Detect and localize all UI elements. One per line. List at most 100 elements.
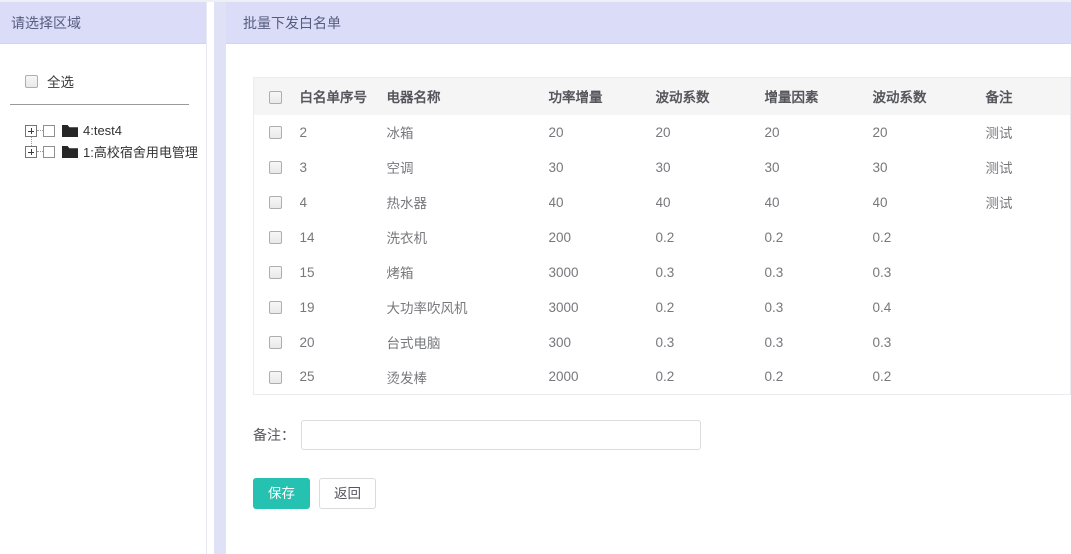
table-cell: 烫发棒 — [387, 360, 549, 395]
table-row: 2冰箱20202020测试 — [254, 115, 1071, 150]
tree-node-label[interactable]: 4:test4 — [83, 123, 122, 138]
table-row: 4热水器40404040测试 — [254, 185, 1071, 220]
tree-expand-icon[interactable] — [25, 125, 37, 137]
row-checkbox[interactable] — [269, 126, 282, 139]
table-cell: 0.2 — [765, 360, 873, 395]
sidebar-divider — [10, 104, 189, 105]
row-checkbox[interactable] — [269, 196, 282, 209]
row-checkbox-cell — [254, 115, 300, 150]
table-cell: 3000 — [549, 255, 656, 290]
row-checkbox[interactable] — [269, 266, 282, 279]
table-cell: 0.3 — [765, 290, 873, 325]
table-cell: 烤箱 — [387, 255, 549, 290]
table-cell: 空调 — [387, 150, 549, 185]
tree-item: 4:test4 — [25, 120, 206, 141]
table-cell: 台式电脑 — [387, 325, 549, 360]
table-cell: 0.3 — [765, 255, 873, 290]
table-cell: 0.2 — [656, 220, 765, 255]
header-select-all-checkbox[interactable] — [269, 91, 282, 104]
save-button[interactable]: 保存 — [253, 478, 310, 509]
table-row: 25烫发棒20000.20.20.2 — [254, 360, 1071, 395]
row-checkbox-cell — [254, 220, 300, 255]
select-all-label: 全选 — [47, 71, 74, 91]
row-checkbox[interactable] — [269, 301, 282, 314]
table-body: 2冰箱20202020测试3空调30303030测试4热水器40404040测试… — [254, 115, 1071, 395]
tree-node-label[interactable]: 1:高校宿舍用电管理 — [83, 142, 198, 161]
table-cell — [986, 220, 1071, 255]
table-cell: 40 — [765, 185, 873, 220]
row-checkbox-cell — [254, 150, 300, 185]
table-cell: 30 — [873, 150, 986, 185]
row-checkbox-cell — [254, 290, 300, 325]
table-cell — [986, 325, 1071, 360]
tree-node-checkbox[interactable] — [43, 146, 55, 158]
button-row: 保存 返回 — [253, 478, 1071, 509]
row-checkbox-cell — [254, 255, 300, 290]
main-body: 白名单序号 电器名称 功率增量 波动系数 增量因素 波动系数 备注 2冰箱202… — [226, 77, 1071, 509]
table-cell: 0.4 — [873, 290, 986, 325]
sidebar-title: 请选择区域 — [0, 2, 206, 44]
table-cell: 200 — [549, 220, 656, 255]
remark-input[interactable] — [301, 420, 701, 450]
folder-icon — [62, 145, 78, 158]
table-cell: 0.2 — [873, 220, 986, 255]
table-cell: 30 — [549, 150, 656, 185]
table-header: 白名单序号 电器名称 功率增量 波动系数 增量因素 波动系数 备注 — [254, 78, 1071, 115]
col-fluctuation-coeff-1: 波动系数 — [656, 78, 765, 115]
col-fluctuation-coeff-2: 波动系数 — [873, 78, 986, 115]
table-cell: 25 — [300, 360, 387, 395]
table-row: 20台式电脑3000.30.30.3 — [254, 325, 1071, 360]
select-all-checkbox[interactable] — [25, 75, 38, 88]
gutter-strip — [214, 2, 226, 554]
table-cell: 15 — [300, 255, 387, 290]
table-cell: 4 — [300, 185, 387, 220]
table-cell: 20 — [873, 115, 986, 150]
table-cell: 40 — [549, 185, 656, 220]
table-cell: 测试 — [986, 150, 1071, 185]
col-remark: 备注 — [986, 78, 1071, 115]
table-row: 15烤箱30000.30.30.3 — [254, 255, 1071, 290]
table-cell: 14 — [300, 220, 387, 255]
row-checkbox-cell — [254, 185, 300, 220]
table-cell: 2000 — [549, 360, 656, 395]
tree-node-checkbox[interactable] — [43, 125, 55, 137]
row-checkbox[interactable] — [269, 231, 282, 244]
table-cell — [986, 360, 1071, 395]
table-cell: 0.2 — [656, 360, 765, 395]
table-cell: 3000 — [549, 290, 656, 325]
table-cell: 2 — [300, 115, 387, 150]
col-appliance-name: 电器名称 — [387, 78, 549, 115]
row-checkbox-cell — [254, 325, 300, 360]
tree-expand-icon[interactable] — [25, 146, 37, 158]
page: 请选择区域 全选 4:test4 1:高校宿舍用电管理 批量下发白名单 — [0, 0, 1071, 554]
table-cell: 20 — [765, 115, 873, 150]
table-cell — [986, 255, 1071, 290]
table-row: 14洗衣机2000.20.20.2 — [254, 220, 1071, 255]
col-increment-factor: 增量因素 — [765, 78, 873, 115]
table-cell: 20 — [656, 115, 765, 150]
table-row: 19大功率吹风机30000.20.30.4 — [254, 290, 1071, 325]
col-whitelist-seq: 白名单序号 — [300, 78, 387, 115]
table-cell — [986, 290, 1071, 325]
row-checkbox[interactable] — [269, 161, 282, 174]
table-cell: 0.3 — [765, 325, 873, 360]
table-cell: 30 — [765, 150, 873, 185]
table-cell: 40 — [656, 185, 765, 220]
remark-label: 备注： — [253, 425, 295, 445]
table-cell: 测试 — [986, 115, 1071, 150]
table-cell: 19 — [300, 290, 387, 325]
table-cell: 0.2 — [765, 220, 873, 255]
page-title: 批量下发白名单 — [226, 2, 1071, 44]
table-cell: 0.2 — [873, 360, 986, 395]
table-cell: 3 — [300, 150, 387, 185]
table-cell: 洗衣机 — [387, 220, 549, 255]
table-cell: 20 — [300, 325, 387, 360]
folder-icon — [62, 124, 78, 137]
table-row: 3空调30303030测试 — [254, 150, 1071, 185]
row-checkbox-cell — [254, 360, 300, 395]
back-button[interactable]: 返回 — [319, 478, 376, 509]
region-sidebar: 请选择区域 全选 4:test4 1:高校宿舍用电管理 — [0, 2, 207, 554]
row-checkbox[interactable] — [269, 371, 282, 384]
region-tree: 4:test4 1:高校宿舍用电管理 — [25, 120, 206, 162]
row-checkbox[interactable] — [269, 336, 282, 349]
